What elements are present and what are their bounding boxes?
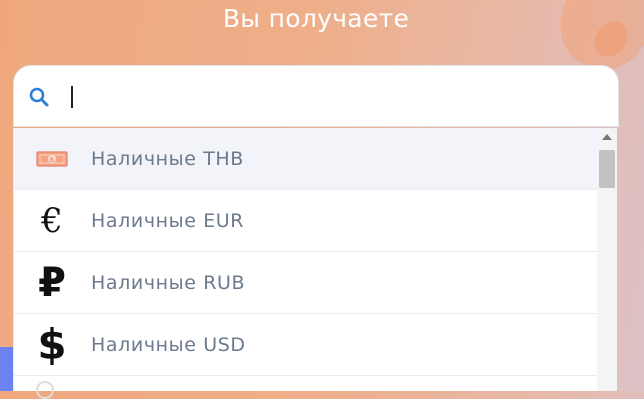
dollar-icon: $ [32,320,72,369]
option-cash-usd[interactable]: $ Наличные USD [14,314,597,376]
option-cash-thb[interactable]: ฿ Наличные THB [14,128,597,190]
euro-glyph: € [41,200,63,241]
currency-search-box[interactable] [13,65,619,127]
text-cursor [71,86,73,108]
option-label: Наличные EUR [91,209,245,232]
currency-dropdown-list[interactable]: ฿ Наличные THB € Наличные EUR ₽ Наличные… [13,128,617,391]
background-button-partial [0,347,13,391]
page-title: Вы получаете [222,4,410,33]
scroll-thumb[interactable] [599,150,615,188]
option-cash-rub[interactable]: ₽ Наличные RUB [14,252,597,314]
option-label: Наличные RUB [91,271,246,294]
search-icon [28,86,50,108]
dollar-glyph: $ [37,320,67,369]
option-label: Наличные USD [91,333,246,356]
option-cash-eur[interactable]: € Наличные EUR [14,190,597,252]
search-input[interactable] [74,80,598,116]
option-label: Наличные THB [91,147,244,170]
partial-currency-icon [36,381,54,399]
dropdown-scrollbar[interactable] [597,128,617,391]
ruble-icon: ₽ [32,259,72,306]
baht-glyph: ฿ [50,156,54,164]
scroll-up-arrow-icon[interactable] [602,134,612,140]
baht-banknote-icon: ฿ [32,139,72,179]
euro-icon: € [32,201,72,241]
ruble-glyph: ₽ [38,259,66,306]
